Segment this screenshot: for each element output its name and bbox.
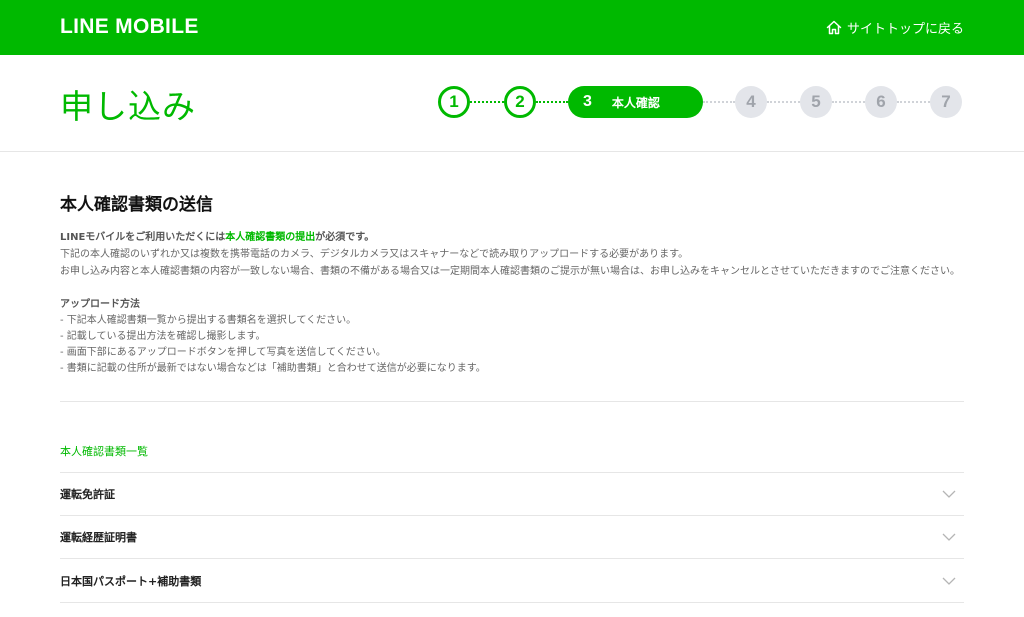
page-title: 申し込み (60, 87, 196, 126)
chevron-down-icon (942, 577, 956, 585)
step-5: 5 (800, 86, 832, 118)
intro-line-1: 下記の本人確認のいずれか又は複数を携帯電話のカメラ、デジタルカメラ又はスキャナー… (60, 249, 689, 260)
line-mobile-logo[interactable]: LINE MOBILE (60, 15, 199, 39)
document-item-label: 運転経歴証明書 (60, 531, 137, 544)
upload-step: - 画面下部にあるアップロードボタンを押して写真を送信してください。 (60, 347, 386, 358)
upload-heading: アップロード方法 (60, 299, 140, 310)
progress-stepper: 1 2 3 本人確認 4 5 6 7 (438, 86, 964, 118)
document-list-title: 本人確認書類一覧 (60, 445, 148, 458)
intro-lead-highlight: 本人確認書類の提出 (225, 232, 316, 243)
step-4: 4 (735, 86, 767, 118)
upload-step: - 書類に記載の住所が最新ではない場合などは「補助書類」と合わせて送信が必要にな… (60, 363, 486, 374)
document-item-label: 運転免許証 (60, 488, 115, 501)
step-connector (470, 101, 504, 103)
upload-instructions: アップロード方法 - 下記本人確認書類一覧から提出する書類名を選択してください。… (60, 297, 964, 377)
header-divider (0, 151, 1024, 152)
document-item-label: 日本国パスポート+補助書類 (60, 574, 202, 588)
document-item-drivers-license[interactable]: 運転免許証 (60, 472, 964, 515)
step-7: 7 (930, 86, 962, 118)
document-item-driving-history-certificate[interactable]: 運転経歴証明書 (60, 515, 964, 558)
intro-line-2: お申し込み内容と本人確認書類の内容が一致しない場合、書類の不備がある場合又は一定… (60, 266, 960, 277)
intro-lead: LINEモバイルをご利用いただくには本人確認書類の提出が必須です。 (60, 229, 964, 246)
step-3-current: 3 本人確認 (568, 86, 703, 118)
chevron-down-icon (942, 533, 956, 541)
step-connector (767, 101, 800, 103)
back-to-site-top-label: サイトトップに戻る (846, 22, 964, 37)
step-2: 2 (504, 86, 536, 118)
step-connector (703, 101, 735, 103)
intro-lead-prefix: LINEモバイルをご利用いただくには (60, 232, 226, 243)
upload-step: - 下記本人確認書類一覧から提出する書類名を選択してください。 (60, 315, 357, 326)
chevron-down-icon (942, 490, 956, 498)
content-divider (60, 401, 964, 402)
step-3-number: 3 (583, 93, 592, 110)
step-connector (832, 101, 865, 103)
upload-step: - 記載している提出方法を確認し撮影します。 (60, 331, 266, 342)
document-item-passport[interactable]: 日本国パスポート+補助書類 (60, 558, 964, 603)
home-icon (826, 20, 842, 35)
intro-lead-suffix: が必須です。 (315, 232, 375, 243)
section-title: 本人確認書類の送信 (60, 195, 213, 215)
step-connector (536, 101, 568, 103)
step-connector (897, 101, 930, 103)
step-6: 6 (865, 86, 897, 118)
top-bar: LINE MOBILE サイトトップに戻る (0, 0, 1024, 55)
step-1: 1 (438, 86, 470, 118)
intro-text: LINEモバイルをご利用いただくには本人確認書類の提出が必須です。 下記の本人確… (60, 229, 964, 280)
back-to-site-top-link[interactable]: サイトトップに戻る (826, 18, 964, 37)
step-3-label: 本人確認 (611, 95, 660, 110)
